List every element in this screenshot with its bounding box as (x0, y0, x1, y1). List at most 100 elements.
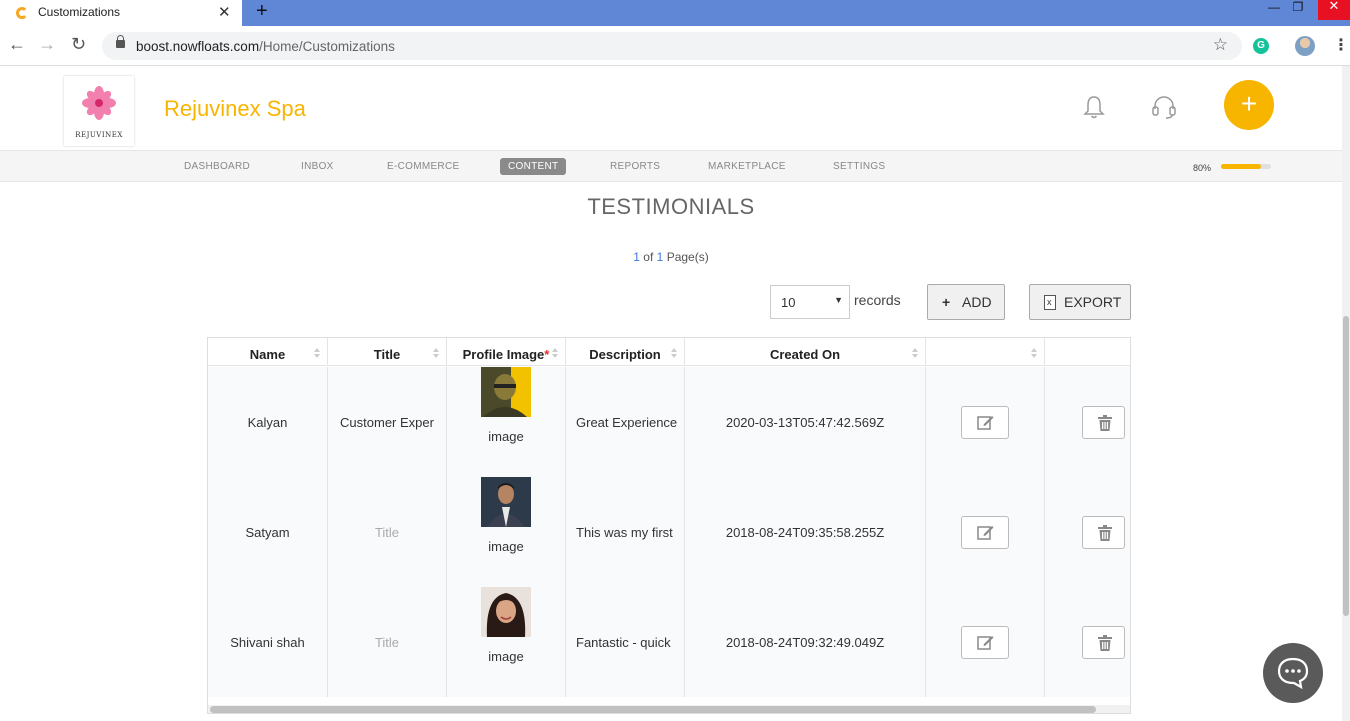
col-header-created-on[interactable]: Created On (685, 338, 926, 366)
cell-edit (926, 367, 1045, 477)
col-header-delete (1045, 338, 1130, 366)
cell-created-on: 2020-03-13T05:47:42.569Z (685, 367, 926, 477)
page-scrollbar-thumb[interactable] (1343, 316, 1349, 616)
url-text: boost.nowfloats.com/Home/Customizations (136, 39, 395, 54)
profile-progress-label: 80% (1193, 163, 1212, 173)
cell-name: Shivani shah (208, 587, 328, 697)
col-header-profile-image[interactable]: Profile Image* (447, 338, 566, 366)
nav-ecommerce[interactable]: E-COMMERCE (387, 161, 459, 172)
window-close-icon[interactable]: ✕ (1318, 0, 1350, 20)
table-horizontal-scrollbar[interactable] (208, 705, 1130, 713)
lock-icon (116, 35, 125, 48)
delete-button[interactable] (1082, 626, 1125, 659)
cell-edit (926, 587, 1045, 697)
table-row: Kalyan Customer Exper image Great Experi… (208, 367, 1130, 477)
nav-dashboard[interactable]: DASHBOARD (184, 161, 250, 172)
profile-progress-fill (1221, 164, 1261, 169)
edit-icon (977, 526, 994, 540)
cell-delete (1045, 367, 1130, 477)
notification-bell-icon[interactable] (1082, 94, 1106, 120)
address-bar: ← → ↻ boost.nowfloats.com/Home/Customiza… (0, 26, 1350, 66)
plus-icon: + (942, 294, 951, 310)
nav-reports[interactable]: REPORTS (610, 161, 660, 172)
profile-avatar-icon[interactable] (1295, 36, 1315, 56)
image-label: image (488, 429, 524, 444)
new-tab-icon[interactable]: + (256, 0, 268, 23)
nav-settings[interactable]: SETTINGS (833, 161, 885, 172)
browser-tab-strip: Customizations ✕ + — ❐ ✕ (0, 0, 1350, 26)
cell-profile-image: image (447, 587, 566, 697)
edit-icon (977, 636, 994, 650)
app-header: REJUVINEX Rejuvinex Spa + (0, 66, 1342, 150)
cell-edit (926, 477, 1045, 587)
browser-tab[interactable]: Customizations ✕ (0, 0, 242, 26)
page-scrollbar[interactable] (1342, 66, 1350, 721)
browser-menu-icon[interactable]: ⋮ (1333, 35, 1349, 55)
cell-created-on: 2018-08-24T09:32:49.049Z (685, 587, 926, 697)
trash-icon (1098, 415, 1112, 431)
required-marker: * (544, 347, 550, 362)
records-label: records (854, 292, 901, 308)
business-logo[interactable]: REJUVINEX (64, 76, 134, 146)
cell-delete (1045, 477, 1130, 587)
restore-icon[interactable]: ❐ (1286, 0, 1310, 20)
chat-widget-button[interactable] (1263, 643, 1323, 703)
bookmark-star-icon[interactable]: ☆ (1213, 35, 1228, 55)
delete-button[interactable] (1082, 516, 1125, 549)
profile-photo-kalyan[interactable] (481, 367, 531, 417)
testimonials-table: Name Title Profile Image* Description Cr… (207, 337, 1131, 714)
records-per-page-select[interactable]: 10 ▼ (770, 285, 850, 319)
col-header-name[interactable]: Name (208, 338, 328, 366)
image-label: image (488, 539, 524, 554)
support-headset-icon[interactable] (1151, 94, 1177, 120)
nav-marketplace[interactable]: MARKETPLACE (708, 161, 786, 172)
nav-content[interactable]: CONTENT (500, 158, 567, 175)
col-header-edit[interactable] (926, 338, 1045, 366)
sort-icon[interactable] (671, 348, 678, 360)
chat-bubble-icon (1277, 657, 1309, 690)
col-header-description[interactable]: Description (566, 338, 685, 366)
edit-icon (977, 416, 994, 430)
edit-button[interactable] (961, 406, 1009, 439)
edit-button[interactable] (961, 626, 1009, 659)
sort-icon[interactable] (912, 348, 919, 360)
lotus-logo-icon (82, 86, 116, 120)
cell-name: Satyam (208, 477, 328, 587)
add-action-button[interactable]: + (1224, 80, 1274, 130)
back-icon[interactable]: ← (8, 34, 26, 55)
sort-icon[interactable] (433, 348, 440, 360)
profile-progress-bar (1221, 164, 1271, 169)
profile-photo-satyam[interactable] (481, 477, 531, 527)
cell-delete (1045, 587, 1130, 697)
business-name[interactable]: Rejuvinex Spa (164, 96, 306, 122)
delete-button[interactable] (1082, 406, 1125, 439)
profile-photo-shivani[interactable] (481, 587, 531, 637)
export-button[interactable]: EXPORT (1029, 284, 1131, 320)
sort-icon[interactable] (1031, 348, 1038, 360)
trash-icon (1098, 635, 1112, 651)
logo-text: REJUVINEX (75, 131, 123, 139)
col-header-title[interactable]: Title (328, 338, 447, 366)
cell-description: Fantastic - quick (566, 587, 685, 697)
reload-icon[interactable]: ↻ (71, 34, 86, 55)
cell-created-on: 2018-08-24T09:35:58.255Z (685, 477, 926, 587)
sort-icon[interactable] (552, 348, 559, 360)
favicon-icon (16, 7, 28, 19)
grammarly-extension-icon[interactable]: G (1253, 38, 1269, 54)
nav-inbox[interactable]: INBOX (301, 161, 334, 172)
minimize-icon[interactable]: — (1262, 0, 1286, 20)
url-input[interactable]: boost.nowfloats.com/Home/Customizations … (102, 32, 1242, 60)
table-scrollbar-thumb[interactable] (210, 706, 1096, 713)
forward-icon[interactable]: → (38, 34, 56, 55)
tab-close-icon[interactable]: ✕ (218, 3, 231, 21)
tab-title: Customizations (38, 5, 121, 19)
page-indicator: 1 of 1 Page(s) (633, 250, 709, 264)
page-title: TESTIMONIALS (587, 194, 755, 219)
cell-title: Title (328, 587, 447, 697)
add-testimonial-button[interactable]: + ADD (927, 284, 1005, 320)
edit-button[interactable] (961, 516, 1009, 549)
table-row: Satyam Title image This was my first 201… (208, 477, 1130, 587)
table-row: Shivani shah Title image Fantastic - qui… (208, 587, 1130, 697)
cell-profile-image: image (447, 367, 566, 477)
sort-icon[interactable] (314, 348, 321, 360)
